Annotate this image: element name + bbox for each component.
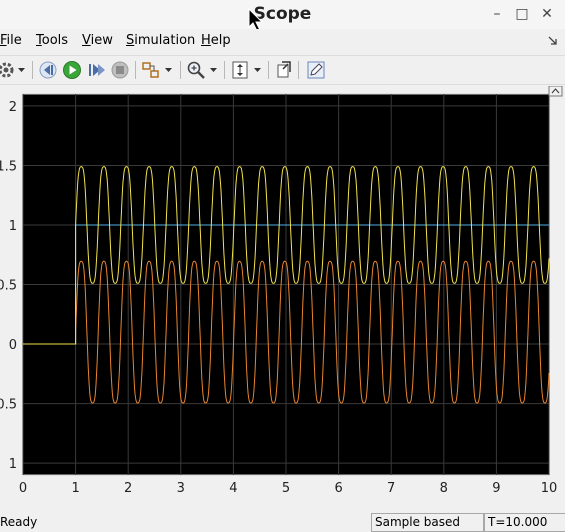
y-tick-label: 1 bbox=[9, 457, 17, 472]
maximize-button[interactable]: □ bbox=[513, 6, 531, 22]
minimize-button[interactable]: – bbox=[488, 6, 506, 22]
menu-simulation[interactable]: Simulation bbox=[126, 33, 195, 48]
toolbar-separator bbox=[32, 61, 33, 79]
y-tick-label: 0 bbox=[9, 338, 17, 353]
x-tick-label: 3 bbox=[177, 481, 185, 496]
title-bar: Scope – □ ✕ bbox=[0, 0, 565, 29]
y-tick-label: 1 bbox=[9, 219, 17, 234]
x-tick-label: 6 bbox=[334, 481, 342, 496]
toolbar-separator bbox=[135, 61, 136, 79]
chevron-down-icon[interactable] bbox=[254, 68, 262, 73]
toolbar-separator bbox=[180, 61, 181, 79]
x-tick-label: 0 bbox=[19, 481, 27, 496]
x-tick-label: 8 bbox=[440, 481, 448, 496]
x-tick-label: 10 bbox=[541, 481, 558, 496]
scope-plot-panel: 0 1 2 3 4 5 6 7 8 9 10 2 1.5 1 0.5 0 0.5 1 bbox=[0, 86, 565, 506]
simulation-time-indicator: T=10.000 bbox=[484, 513, 565, 532]
scope-chart[interactable]: 0 1 2 3 4 5 6 7 8 9 1021.510.500.51 bbox=[0, 86, 565, 506]
chevron-down-icon[interactable] bbox=[210, 68, 218, 73]
close-button[interactable]: ✕ bbox=[538, 6, 556, 22]
sample-mode-indicator: Sample based bbox=[371, 513, 484, 532]
status-bar: Ready Sample based T=10.000 bbox=[0, 512, 565, 532]
autoscale-icon[interactable] bbox=[230, 60, 250, 80]
y-tick-label: 1.5 bbox=[0, 159, 17, 174]
x-tick-label: 1 bbox=[71, 481, 79, 496]
x-tick-label: 7 bbox=[387, 481, 395, 496]
undock-arrow-icon[interactable] bbox=[548, 36, 558, 46]
y-tick-label: 0.5 bbox=[0, 279, 17, 294]
x-tick-label: 4 bbox=[229, 481, 237, 496]
toolbar-separator bbox=[268, 61, 269, 79]
step-forward-icon[interactable] bbox=[86, 60, 106, 80]
window-title: Scope bbox=[253, 4, 312, 24]
expand-axes-icon[interactable] bbox=[548, 86, 563, 97]
toolbar-separator bbox=[224, 61, 225, 79]
zoom-icon[interactable] bbox=[186, 60, 206, 80]
highlight-block-icon[interactable] bbox=[141, 60, 161, 80]
menu-help[interactable]: Help bbox=[201, 33, 231, 48]
y-tick-label: 2 bbox=[9, 100, 17, 115]
chevron-down-icon[interactable] bbox=[165, 68, 173, 73]
run-icon[interactable] bbox=[62, 60, 82, 80]
chevron-down-icon[interactable] bbox=[18, 68, 26, 73]
menu-bar: File Tools View Simulation Help bbox=[0, 29, 565, 53]
restore-layout-icon[interactable] bbox=[274, 60, 294, 80]
x-tick-label: 5 bbox=[282, 481, 290, 496]
status-ready-text: Ready bbox=[0, 515, 38, 529]
step-back-icon[interactable] bbox=[38, 60, 58, 80]
toolbar-separator bbox=[298, 61, 299, 79]
edit-icon[interactable] bbox=[306, 60, 326, 80]
settings-icon[interactable] bbox=[0, 60, 16, 80]
menu-tools[interactable]: Tools bbox=[36, 33, 68, 48]
toolbar bbox=[0, 55, 565, 85]
x-tick-label: 9 bbox=[492, 481, 500, 496]
stop-icon[interactable] bbox=[110, 60, 130, 80]
y-tick-label: 0.5 bbox=[0, 398, 17, 413]
menu-view[interactable]: View bbox=[82, 33, 113, 48]
x-tick-label: 2 bbox=[124, 481, 132, 496]
menu-file[interactable]: File bbox=[0, 33, 22, 48]
